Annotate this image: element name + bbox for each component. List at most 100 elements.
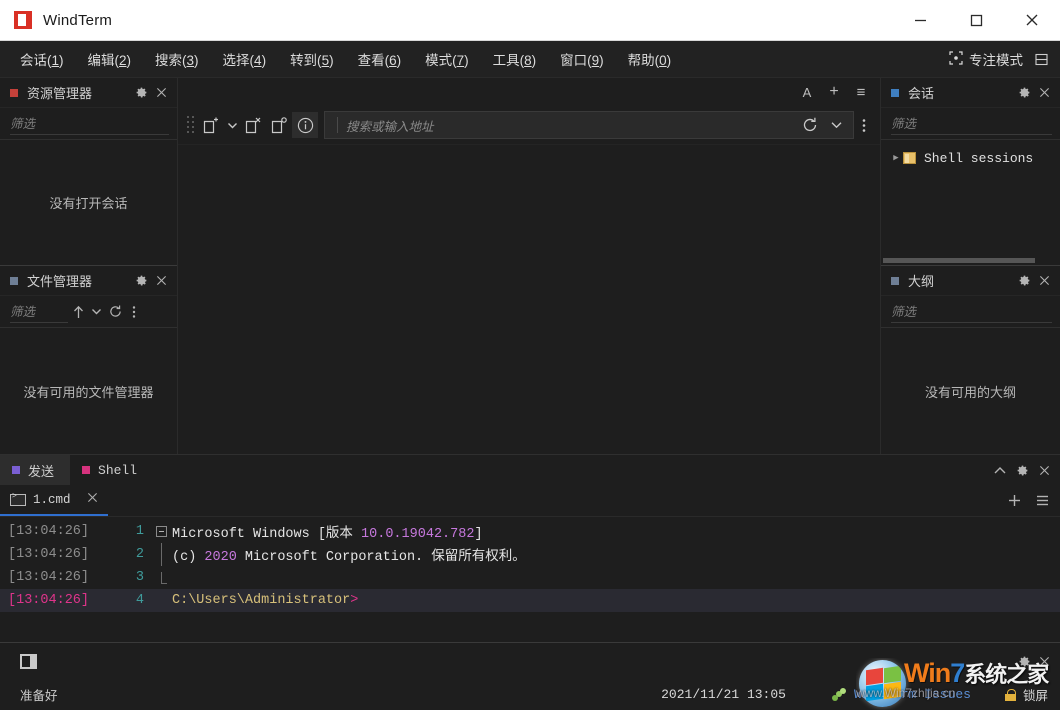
refresh-icon[interactable] (797, 112, 823, 138)
window-controls (892, 0, 1060, 40)
sessions-filter-input[interactable]: 筛选 (891, 113, 1052, 135)
chevron-right-icon[interactable]: ▶ (889, 153, 903, 163)
tab-send[interactable]: 发送 (0, 455, 70, 485)
info-icon[interactable] (292, 112, 318, 138)
up-arrow-icon[interactable] (68, 302, 88, 322)
window-icon[interactable] (20, 654, 37, 669)
close-button[interactable] (1004, 0, 1060, 40)
outline-header: 大纲 (881, 266, 1060, 296)
close-icon[interactable] (1034, 83, 1054, 103)
more-vertical-icon[interactable] (127, 302, 141, 322)
outline-filter-row: 筛选 (881, 296, 1060, 328)
maximize-button[interactable] (948, 0, 1004, 40)
minimize-button[interactable] (892, 0, 948, 40)
menu-item-goto[interactable]: 转到(5) (280, 45, 344, 73)
close-icon[interactable] (151, 83, 171, 103)
terminal-timestamp: [13:04:26] (0, 547, 116, 562)
toolbar-grip-icon[interactable] (186, 114, 196, 136)
gear-icon[interactable] (1014, 83, 1034, 103)
terminal-prompt-path: C:\Users\Administrator (172, 593, 350, 608)
menu-key: 4 (254, 53, 262, 68)
address-input[interactable]: 搜索或输入地址 (324, 111, 854, 139)
terminal-line-number: 2 (116, 547, 150, 562)
terminal-output[interactable]: [13:04:26] 1 Microsoft Windows [版本 10.0.… (0, 517, 1060, 642)
gear-icon[interactable] (1014, 651, 1034, 671)
subtab-1-cmd[interactable]: 1.cmd (0, 485, 108, 516)
layout-toggle-icon[interactable] (1029, 50, 1056, 69)
menu-icon[interactable] (1032, 491, 1052, 511)
terminal-text-segment: Microsoft Corporation. 保留所有权利。 (237, 550, 526, 565)
close-icon[interactable] (1034, 271, 1054, 291)
more-vertical-icon[interactable] (854, 112, 874, 138)
focus-mode-button[interactable]: 专注模式 (943, 46, 1029, 72)
menu-item-mode[interactable]: 模式(7) (415, 45, 479, 73)
terminal-line-number: 4 (116, 593, 150, 608)
menu-tail: ) (667, 53, 672, 68)
close-icon[interactable] (87, 492, 98, 507)
explorer-filter-input[interactable]: 筛选 (10, 113, 169, 135)
gear-icon[interactable] (131, 83, 151, 103)
outline-filter-input[interactable]: 筛选 (891, 301, 1052, 323)
close-icon[interactable] (1034, 460, 1054, 480)
session-group-label: Shell sessions (924, 151, 1033, 166)
file-manager-body: 没有可用的文件管理器 (0, 328, 177, 454)
menu-item-session[interactable]: 会话(1) (10, 45, 74, 73)
sessions-panel: 会话 筛选 ▶ Shell ses (881, 78, 1060, 265)
gear-icon[interactable] (131, 271, 151, 291)
menu-item-select[interactable]: 选择(4) (213, 45, 277, 73)
add-icon[interactable]: + (823, 82, 845, 102)
left-dock: 资源管理器 筛选 没有打开会话 文件管理 (0, 78, 178, 454)
chevron-down-icon[interactable] (90, 302, 103, 322)
fold-start-icon[interactable] (150, 526, 172, 537)
terminal-line-number: 3 (116, 570, 150, 585)
close-tab-icon[interactable] (240, 112, 266, 138)
menu-icon[interactable]: ≡ (850, 82, 872, 102)
focus-mode-label: 专注模式 (969, 49, 1023, 69)
terminal-line-text: Microsoft Windows [版本 10.0.19042.782] (172, 521, 1060, 542)
explorer-header: 资源管理器 (0, 78, 177, 108)
status-top-row (0, 643, 1060, 679)
menu-tail: ) (59, 53, 64, 68)
menu-item-search[interactable]: 搜索(3) (145, 45, 209, 73)
status-dock: 准备好 2021/11/21 13:05 WindTerm Issues 锁屏 (0, 642, 1060, 710)
chevron-up-icon[interactable] (990, 460, 1010, 480)
terminal-timestamp: [13:04:26] (0, 593, 116, 608)
gear-icon[interactable] (1012, 460, 1032, 480)
terminal-prompt-caret: > (350, 593, 358, 608)
chevron-down-icon[interactable] (224, 112, 240, 138)
tab-shell-label: Shell (98, 463, 137, 478)
close-icon[interactable] (1034, 651, 1054, 671)
terminal-line: [13:04:26] 3 (0, 566, 1060, 589)
subtabs-spacer (108, 485, 1004, 516)
menu-item-tools[interactable]: 工具(8) (483, 45, 547, 73)
menu-label: 选择( (223, 53, 255, 68)
menu-item-edit[interactable]: 编辑(2) (78, 45, 142, 73)
body-row: 资源管理器 筛选 没有打开会话 文件管理 (0, 78, 1060, 454)
editor-canvas[interactable] (178, 144, 880, 454)
close-icon[interactable] (151, 271, 171, 291)
status-lock-screen[interactable]: 锁屏 (1005, 685, 1048, 704)
address-separator (337, 117, 338, 133)
menu-item-window[interactable]: 窗口(9) (550, 45, 614, 73)
restore-tab-icon[interactable] (266, 112, 292, 138)
outline-panel: 大纲 筛选 没有可用的大纲 (881, 265, 1060, 454)
sessions-title: 会话 (908, 83, 1014, 102)
new-tab-icon[interactable] (198, 112, 224, 138)
outline-dot-icon (891, 277, 899, 285)
status-issues-link[interactable]: WindTerm Issues (832, 687, 971, 702)
menu-item-view[interactable]: 查看(6) (348, 45, 412, 73)
menu-item-help[interactable]: 帮助(0) (618, 45, 682, 73)
refresh-icon[interactable] (105, 302, 125, 322)
gear-icon[interactable] (1014, 271, 1034, 291)
file-manager-header: 文件管理器 (0, 266, 177, 296)
list-item[interactable]: ▶ Shell sessions (881, 146, 1060, 170)
add-icon[interactable] (1004, 491, 1024, 511)
menu-key: 5 (322, 53, 330, 68)
tab-shell[interactable]: Shell (70, 455, 153, 485)
subtab-label: 1.cmd (33, 493, 71, 507)
file-manager-panel: 文件管理器 筛选 (0, 265, 177, 454)
menu-key: 9 (592, 53, 600, 68)
file-manager-filter-input[interactable]: 筛选 (10, 301, 68, 323)
font-icon[interactable]: A (796, 82, 818, 102)
chevron-down-icon[interactable] (823, 112, 849, 138)
